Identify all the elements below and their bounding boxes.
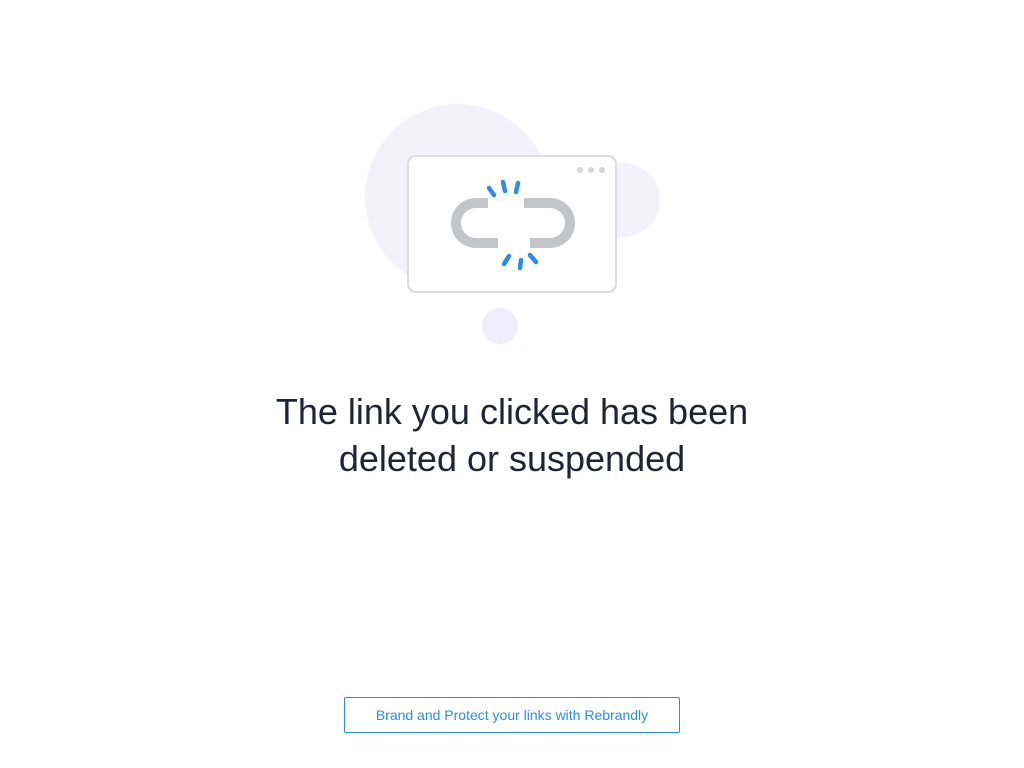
window-dot (588, 167, 594, 173)
broken-link-illustration (360, 100, 670, 350)
bubble-small (482, 308, 518, 344)
spark (517, 257, 524, 271)
error-message-line-2: deleted or suspended (338, 438, 686, 479)
window-dot (599, 167, 605, 173)
spark (513, 180, 521, 195)
error-message-line-1: The link you clicked has been (275, 391, 749, 432)
broken-link-icon (365, 104, 660, 344)
window-dot (577, 167, 583, 173)
page: The link you clicked has been deleted or… (0, 0, 1024, 768)
browser-card (407, 155, 617, 293)
spark (500, 179, 508, 194)
rebrandly-cta-button[interactable]: Brand and Protect your links with Rebran… (344, 697, 680, 733)
error-message: The link you clicked has been deleted or… (0, 388, 1024, 482)
